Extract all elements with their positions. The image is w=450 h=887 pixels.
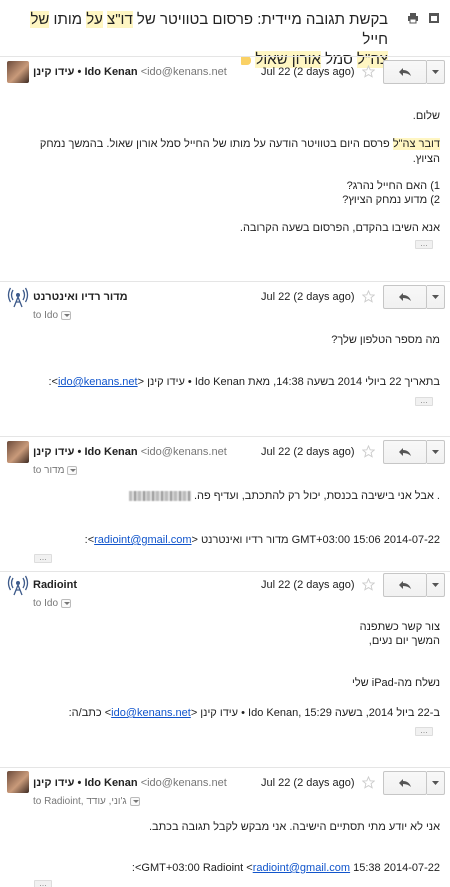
recipients-toggle[interactable]: to Ido xyxy=(33,310,72,321)
avatar[interactable] xyxy=(7,771,29,793)
recipients-dropdown-icon[interactable] xyxy=(61,598,72,608)
recipients-toggle[interactable]: to מדור xyxy=(33,465,78,476)
message-closing: אנא השיבו בהקדם, הפרסום בשעה הקרובה. xyxy=(239,222,440,234)
message-paragraph: דובר צה"ל פרסם היום בטוויטר הודעה על מות… xyxy=(39,138,440,165)
recipients-dropdown-icon[interactable] xyxy=(129,796,140,806)
message-body: . אבל אני בישיבה בכנסת, יכול רק להתכתב, … xyxy=(128,489,440,504)
chevron-down-icon xyxy=(432,781,439,785)
avatar[interactable] xyxy=(7,61,29,83)
redacted-phone xyxy=(128,491,191,502)
recipients-dropdown-icon[interactable] xyxy=(61,310,72,320)
thread-subject: בקשת תגובה מיידית: פרסום בטוויטר של דו"צ… xyxy=(0,8,450,68)
quoted-header: 2014-07-22 15:06 GMT+03:00 מדור רדיו ואי… xyxy=(84,534,440,546)
star-icon[interactable] xyxy=(362,578,375,591)
show-trimmed-button[interactable]: … xyxy=(34,554,52,563)
chevron-down-icon xyxy=(432,295,439,299)
reply-button[interactable] xyxy=(383,573,427,597)
quoted-header: ב-22 ביול 2014, בשעה 15:29 ,Ido Kenan • … xyxy=(68,707,440,719)
message-date: Jul 22 (2 days ago) xyxy=(261,446,355,458)
chevron-down-icon xyxy=(432,450,439,454)
quoted-header: 2014-07-22 15:38 GMT+03:00 Radioint <rad… xyxy=(131,862,440,874)
radio-antenna-icon[interactable] xyxy=(7,574,29,596)
reply-icon xyxy=(399,779,411,787)
email-link[interactable]: ido@kenans.net xyxy=(111,707,191,719)
star-icon[interactable] xyxy=(362,290,375,303)
email-link[interactable]: radioint@gmail.com xyxy=(253,862,350,874)
star-icon[interactable] xyxy=(362,445,375,458)
more-options-button[interactable] xyxy=(427,771,445,795)
show-trimmed-button[interactable]: … xyxy=(415,240,433,249)
email-link[interactable]: radioint@gmail.com xyxy=(94,534,191,546)
reply-button[interactable] xyxy=(383,285,427,309)
sender[interactable]: עידו קינן • Ido Kenan <ido@kenans.net xyxy=(33,777,227,789)
message-body: שלום. xyxy=(412,110,440,122)
signature: נשלח מה-iPad שלי xyxy=(352,677,440,689)
reply-button[interactable] xyxy=(383,771,427,795)
more-options-button[interactable] xyxy=(427,440,445,464)
reply-icon xyxy=(399,581,411,589)
message-question-1: 1) האם החייל נהרג? xyxy=(346,180,440,192)
message-line: המשך יום נעים, xyxy=(368,635,440,647)
email-link[interactable]: ido@kenans.net xyxy=(58,376,138,388)
divider xyxy=(0,767,450,768)
recipients-toggle[interactable]: to Radioint, ג'וני, עודד xyxy=(33,796,140,807)
chevron-down-icon xyxy=(432,583,439,587)
message-date: Jul 22 (2 days ago) xyxy=(261,777,355,789)
sender[interactable]: מדור רדיו ואינטרנט xyxy=(33,291,128,303)
message-date: Jul 22 (2 days ago) xyxy=(261,291,355,303)
message-body: מה מספר הטלפון שלך? xyxy=(331,334,440,346)
sender[interactable]: Radioint xyxy=(33,579,77,591)
recipients-toggle[interactable]: to Ido xyxy=(33,598,72,609)
reply-icon xyxy=(399,293,411,301)
reply-button[interactable] xyxy=(383,440,427,464)
more-options-button[interactable] xyxy=(427,60,445,84)
message-body: אני לא יודע מתי תסתיים הישיבה. אני מבקש … xyxy=(148,821,440,833)
message-line: צור קשר כשתפנה xyxy=(359,621,440,633)
show-trimmed-button[interactable]: … xyxy=(415,727,433,736)
divider xyxy=(0,281,450,282)
message-date: Jul 22 (2 days ago) xyxy=(261,579,355,591)
show-trimmed-button[interactable]: … xyxy=(34,880,52,887)
radio-antenna-icon[interactable] xyxy=(7,286,29,308)
show-trimmed-button[interactable]: … xyxy=(415,397,433,406)
sender[interactable]: עידו קינן • Ido Kenan <ido@kenans.net xyxy=(33,446,227,458)
star-icon[interactable] xyxy=(362,65,375,78)
quoted-header: בתאריך 22 ביולי 2014 בשעה 14:38, מאת Ido… xyxy=(48,376,440,388)
divider xyxy=(0,571,450,572)
avatar[interactable] xyxy=(7,441,29,463)
new-window-icon[interactable] xyxy=(428,12,440,24)
more-options-button[interactable] xyxy=(427,573,445,597)
recipients-dropdown-icon[interactable] xyxy=(67,465,78,475)
star-icon[interactable] xyxy=(362,776,375,789)
sender[interactable]: עידו קינן • Ido Kenan <ido@kenans.net xyxy=(33,66,227,78)
message-question-2: 2) מדוע נמחק הציוץ? xyxy=(342,194,440,206)
reply-icon xyxy=(399,68,411,76)
divider xyxy=(0,436,450,437)
message-date: Jul 22 (2 days ago) xyxy=(261,66,355,78)
print-icon[interactable] xyxy=(407,12,419,24)
reply-icon xyxy=(399,448,411,456)
reply-button[interactable] xyxy=(383,60,427,84)
chevron-down-icon xyxy=(432,70,439,74)
more-options-button[interactable] xyxy=(427,285,445,309)
subject-title: בקשת תגובה מיידית: פרסום בטוויטר של דו"צ… xyxy=(30,11,388,68)
divider xyxy=(0,56,450,57)
